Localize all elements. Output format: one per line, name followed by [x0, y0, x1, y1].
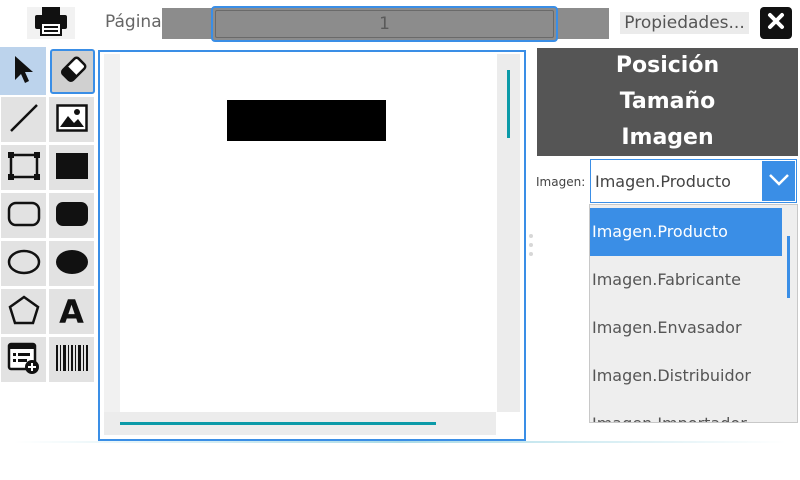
- close-button[interactable]: [760, 7, 792, 39]
- section-position[interactable]: Posición: [537, 48, 798, 84]
- rounded-rectangle-tool[interactable]: [1, 193, 46, 238]
- properties-button[interactable]: Propiedades...: [620, 12, 749, 34]
- add-field-tool[interactable]: [1, 337, 46, 382]
- ellipse-outline-icon: [7, 249, 41, 279]
- list-add-icon: [7, 342, 41, 378]
- properties-panel: Posición Tamaño Imagen: [537, 48, 798, 156]
- rounded-rectangle-filled-icon: [55, 201, 89, 231]
- close-icon: [767, 12, 785, 34]
- option-importador[interactable]: Imagen.Importador: [590, 400, 782, 422]
- eraser-tool[interactable]: [50, 49, 95, 94]
- filled-ellipse-tool[interactable]: [49, 241, 94, 286]
- rounded-rectangle-outline-icon: [7, 201, 41, 231]
- pointer-icon: [11, 54, 35, 88]
- filled-rounded-rectangle-tool[interactable]: [49, 193, 94, 238]
- barcode-tool[interactable]: [49, 337, 94, 382]
- option-fabricante[interactable]: Imagen.Fabricante: [590, 256, 782, 304]
- rectangle-tool[interactable]: [1, 145, 46, 190]
- text-icon: A: [59, 292, 84, 331]
- rectangle-outline-icon: [7, 151, 41, 185]
- bottom-divider: [14, 441, 786, 443]
- dropdown-scroll-thumb[interactable]: [787, 236, 790, 298]
- image-options-dropdown[interactable]: Imagen.Producto Imagen.Fabricante Imagen…: [589, 204, 798, 423]
- rectangle-filled-icon: [55, 152, 89, 184]
- vertical-scroll-thumb[interactable]: [507, 70, 510, 138]
- barcode-icon: [55, 344, 89, 376]
- image-select-value: Imagen.Producto: [595, 172, 731, 191]
- line-icon: [8, 102, 40, 138]
- canvas-margin: [104, 54, 120, 412]
- image-tool[interactable]: [49, 97, 94, 142]
- option-distribuidor[interactable]: Imagen.Distribuidor: [590, 352, 782, 400]
- chevron-down-icon: [768, 172, 790, 191]
- image-select-toggle[interactable]: [762, 161, 795, 201]
- print-button[interactable]: [27, 7, 75, 39]
- option-envasador[interactable]: Imagen.Envasador: [590, 304, 782, 352]
- eraser-icon: [58, 55, 88, 89]
- horizontal-scroll-thumb[interactable]: [120, 422, 436, 425]
- canvas-shape-rectangle[interactable]: [227, 100, 386, 141]
- page-label: Página: [105, 12, 162, 32]
- ellipse-tool[interactable]: [1, 241, 46, 286]
- splitter-handle[interactable]: [529, 234, 533, 256]
- pentagon-icon: [8, 294, 40, 329]
- filled-rectangle-tool[interactable]: [49, 145, 94, 190]
- page-number-value: 1: [215, 10, 554, 38]
- section-image[interactable]: Imagen: [537, 120, 798, 156]
- pointer-tool[interactable]: [0, 47, 46, 95]
- text-tool[interactable]: A: [49, 289, 94, 334]
- option-producto[interactable]: Imagen.Producto: [590, 208, 782, 256]
- polygon-tool[interactable]: [1, 289, 46, 334]
- line-tool[interactable]: [1, 97, 46, 142]
- page-number-input[interactable]: 1: [211, 6, 558, 42]
- section-size[interactable]: Tamaño: [537, 84, 798, 120]
- ellipse-filled-icon: [55, 249, 89, 279]
- image-field-label: Imagen:: [536, 175, 586, 189]
- image-icon: [55, 103, 88, 136]
- printer-icon: [34, 6, 68, 40]
